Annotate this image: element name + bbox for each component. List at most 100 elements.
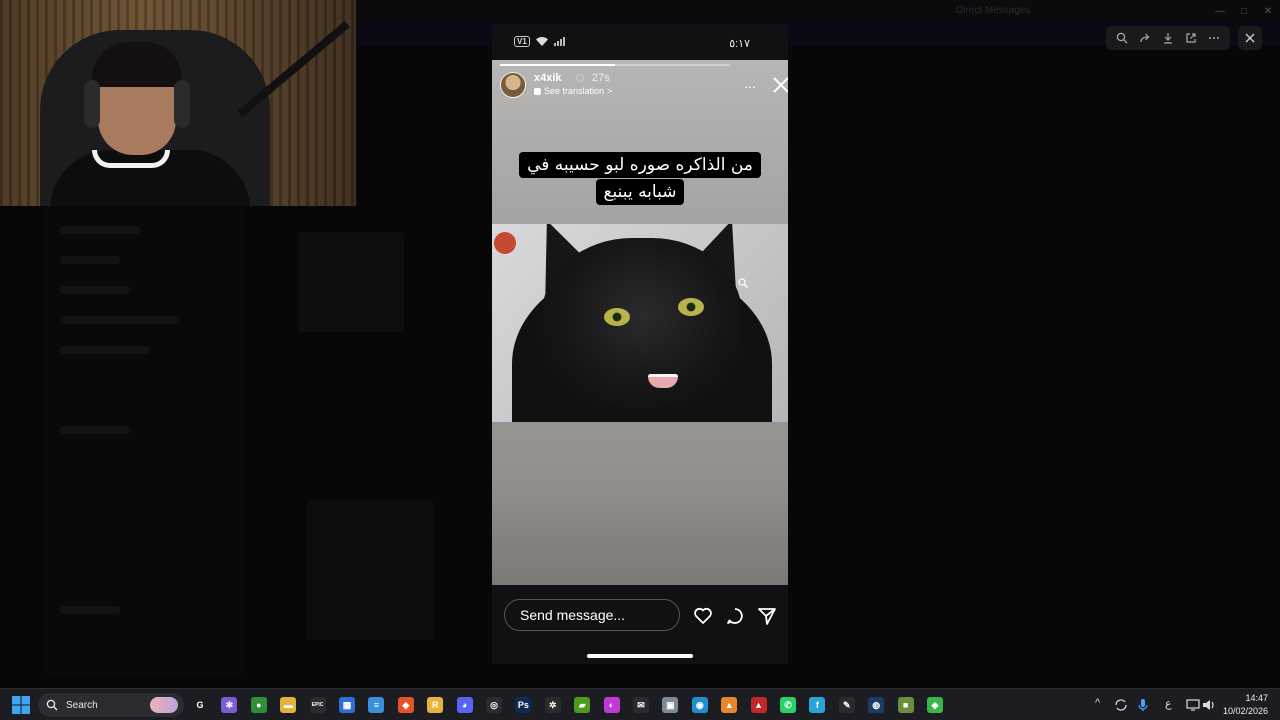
see-translation-link[interactable]: See translation > (534, 86, 612, 96)
background-server-list (0, 206, 44, 676)
taskbar-app-steelseries-icon[interactable]: ✲ (544, 697, 561, 713)
microphone-icon[interactable] (1137, 698, 1149, 712)
taskbar-app-mail-icon[interactable]: ✉ (633, 697, 649, 713)
send-message-input[interactable] (504, 599, 680, 631)
search-icon (46, 699, 58, 711)
background-image-thumbnail (306, 500, 434, 640)
signal-icon (553, 37, 565, 46)
story-progress-fill (500, 64, 615, 66)
taskbar-app-feather-icon[interactable]: ◐ (603, 697, 620, 713)
tray-chevron-icon[interactable]: ^ (1095, 697, 1100, 709)
taskbar: Search G ✻ ● ▬ EPIC ▦ ≡ ◆ R ◕ ◎ Ps ✲ ▰ ◐ ✉ ▣ ◉ ▲ ▲ ✆ f ✎ ◍ ■ ◆ ^ … (0, 688, 1280, 720)
viewer-toolbar (1106, 26, 1230, 50)
taskbar-app-tool-icon[interactable]: ✎ (838, 697, 855, 713)
background-row (60, 226, 140, 234)
taskbar-app-obs-icon[interactable]: ◎ (486, 697, 502, 713)
taskbar-app-autodesk-icon[interactable]: ▲ (750, 697, 767, 713)
wifi-icon (535, 37, 548, 46)
cat-head (542, 238, 742, 408)
zoom-cursor-icon (738, 278, 748, 288)
more-icon[interactable] (1206, 30, 1222, 46)
clock-time: 14:47 (1245, 693, 1268, 703)
taskbar-app-whatsapp-icon[interactable]: ✆ (780, 697, 796, 713)
taskbar-app-vlc-icon[interactable]: ▲ (721, 697, 738, 713)
background-row (60, 606, 120, 614)
taskbar-app-file-explorer-icon[interactable]: ▬ (280, 697, 297, 713)
story-progress-bar (500, 64, 730, 66)
taskbar-app-photoshop-icon[interactable]: Ps (515, 697, 532, 713)
taskbar-app-brave-icon[interactable]: ◆ (397, 697, 414, 713)
taskbar-app-app-hub-icon[interactable]: ✻ (221, 697, 238, 713)
story-caption-text: من الذاكره صوره لبو حسيبه في شبابه يبنبع (519, 152, 761, 205)
cat-eye (604, 308, 630, 326)
taskbar-app-rockstar-icon[interactable]: R (427, 697, 444, 713)
display-icon[interactable] (1186, 698, 1200, 712)
taskbar-app-store-icon[interactable]: ▦ (339, 697, 355, 713)
translate-icon (534, 87, 541, 95)
background-object (494, 232, 516, 254)
cat-photo (492, 224, 788, 422)
taskbar-app-epic-games-icon[interactable]: EPIC (309, 697, 326, 713)
volume-icon[interactable] (1202, 698, 1216, 712)
taskbar-app-nvidia-icon[interactable]: ▰ (574, 697, 591, 713)
story-reply-bar (492, 590, 788, 642)
window-close-icon[interactable]: ✕ (1256, 0, 1280, 22)
background-window-title: Direct Messages (956, 5, 1031, 16)
close-viewer-icon[interactable] (1238, 26, 1262, 50)
story-username[interactable]: x4xik (534, 72, 562, 84)
background-titlebar: Direct Messages — □ ✕ (356, 0, 1280, 22)
taskbar-search[interactable]: Search (38, 693, 184, 717)
headphone-icon (174, 80, 190, 128)
search-highlight-art (150, 697, 178, 713)
windows-start-icon[interactable] (12, 696, 30, 714)
system-clock[interactable]: 14:47 10/02/2026 (1223, 692, 1268, 718)
language-indicator[interactable]: ع (1165, 697, 1172, 710)
background-row (60, 316, 180, 324)
story-header: x4xik 27s See translation > ··· (500, 72, 788, 100)
taskbar-app-flashcards-icon[interactable]: f (809, 697, 826, 713)
heart-icon[interactable] (693, 606, 713, 626)
taskbar-app-gallery-icon[interactable]: ▣ (662, 697, 679, 713)
background-image-thumbnail (298, 232, 404, 332)
avatar[interactable] (500, 72, 526, 98)
window-controls: — □ ✕ (1208, 0, 1280, 22)
story-content[interactable]: x4xik 27s See translation > ··· من الذاك… (492, 60, 788, 585)
download-icon[interactable] (1160, 30, 1176, 46)
taskbar-app-minecraft-icon[interactable]: ■ (897, 697, 914, 713)
phone-clock: ٥:١٧ (729, 38, 750, 50)
phone-status-bar: V1 ٥:١٧ (492, 28, 788, 56)
cat-eye (678, 298, 704, 316)
chevron-right-icon: > (607, 86, 613, 96)
sim-badge: V1 (514, 36, 530, 47)
see-translation-label: See translation (544, 86, 605, 96)
open-external-icon[interactable] (1183, 30, 1199, 46)
home-indicator (587, 654, 693, 658)
more-options-icon[interactable]: ··· (744, 78, 756, 94)
background-row (60, 346, 150, 354)
maximize-icon[interactable]: □ (1232, 0, 1256, 22)
background-row (60, 426, 130, 434)
sync-icon[interactable] (1114, 698, 1128, 712)
search-label: Search (66, 699, 98, 711)
taskbar-app-notes-icon[interactable]: ≡ (368, 697, 385, 713)
taskbar-app-edge-icon[interactable]: ◉ (691, 697, 708, 713)
send-icon[interactable] (757, 606, 777, 626)
clock-date: 10/02/2026 (1222, 706, 1268, 716)
zoom-in-icon[interactable] (1114, 30, 1130, 46)
comment-icon[interactable] (725, 606, 745, 626)
taskbar-app-steam-icon[interactable]: ◍ (868, 697, 885, 713)
story-caption: من الذاكره صوره لبو حسيبه في شبابه يبنبع (506, 152, 774, 206)
background-row (60, 286, 130, 294)
minimize-icon[interactable]: — (1208, 0, 1232, 22)
taskbar-app-copilot-icon[interactable]: G (192, 697, 208, 713)
taskbar-app-chrome-icon[interactable]: ● (250, 697, 267, 713)
share-icon[interactable] (1137, 30, 1153, 46)
background-row (60, 256, 120, 264)
taskbar-app-cube-icon[interactable]: ◆ (927, 697, 943, 713)
taskbar-app-discord-icon[interactable]: ◕ (456, 697, 473, 713)
story-time-ago: 27s (592, 72, 610, 84)
webcam-overlay (0, 0, 356, 206)
verified-icon (576, 74, 584, 82)
headphone-icon (84, 80, 100, 128)
close-story-icon[interactable] (770, 74, 788, 96)
